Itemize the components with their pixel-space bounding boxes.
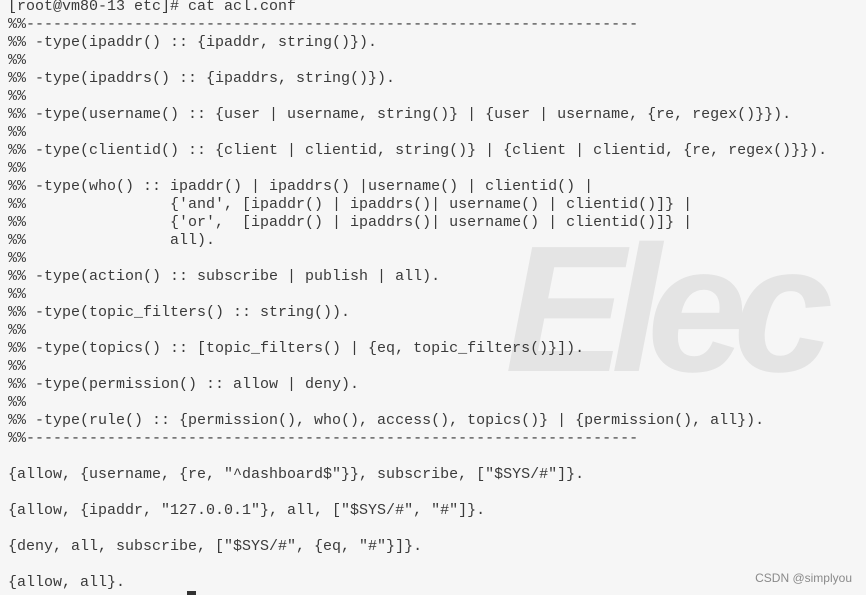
terminal-line: %% -type(username() :: {user | username,…	[8, 106, 792, 123]
terminal-line: {deny, all, subscribe, ["$SYS/#", {eq, "…	[8, 538, 423, 555]
terminal-line: %% -type(topics() :: [topic_filters() | …	[8, 340, 585, 357]
terminal-line: {allow, {ipaddr, "127.0.0.1"}, all, ["$S…	[8, 502, 486, 519]
terminal-line: {allow, all}.	[8, 574, 126, 591]
terminal-line: %% -type(permission() :: allow | deny).	[8, 376, 360, 393]
terminal-line: %% {'and', [ipaddr() | ipaddrs()| userna…	[8, 196, 693, 213]
terminal-line: %% -type(clientid() :: {client | clienti…	[8, 142, 828, 159]
terminal-line: %%	[8, 250, 27, 267]
terminal-output[interactable]: [root@vm80-13 etc]# cat acl.conf %%------…	[8, 0, 827, 592]
terminal-line: [root@vm80-13 etc]# cat acl.conf	[8, 0, 297, 15]
terminal-line: %% -type(ipaddr() :: {ipaddr, string()})…	[8, 34, 378, 51]
terminal-line: %%	[8, 124, 27, 141]
terminal-line: %% -type(action() :: subscribe | publish…	[8, 268, 441, 285]
terminal-line: %%--------------------------------------…	[8, 16, 639, 33]
terminal-line: %%	[8, 394, 27, 411]
terminal-line: %%	[8, 160, 27, 177]
terminal-line: %% -type(topic_filters() :: string()).	[8, 304, 351, 321]
terminal-line: %% -type(who() :: ipaddr() | ipaddrs() |…	[8, 178, 594, 195]
terminal-line: %% all).	[8, 232, 216, 249]
terminal-line: %%	[8, 88, 27, 105]
terminal-line: %%	[8, 286, 27, 303]
terminal-line: {allow, {username, {re, "^dashboard$"}},…	[8, 466, 585, 483]
terminal-line: %%--------------------------------------…	[8, 430, 639, 447]
terminal-line: %% -type(ipaddrs() :: {ipaddrs, string()…	[8, 70, 396, 87]
terminal-line: %%	[8, 52, 27, 69]
csdn-credit: CSDN @simplyou	[755, 571, 852, 585]
terminal-line: %%	[8, 358, 27, 375]
terminal-cursor	[187, 591, 196, 595]
terminal-line: %% -type(rule() :: {permission(), who(),…	[8, 412, 765, 429]
terminal-line: %% {'or', [ipaddr() | ipaddrs()| usernam…	[8, 214, 693, 231]
terminal-line: %%	[8, 322, 27, 339]
